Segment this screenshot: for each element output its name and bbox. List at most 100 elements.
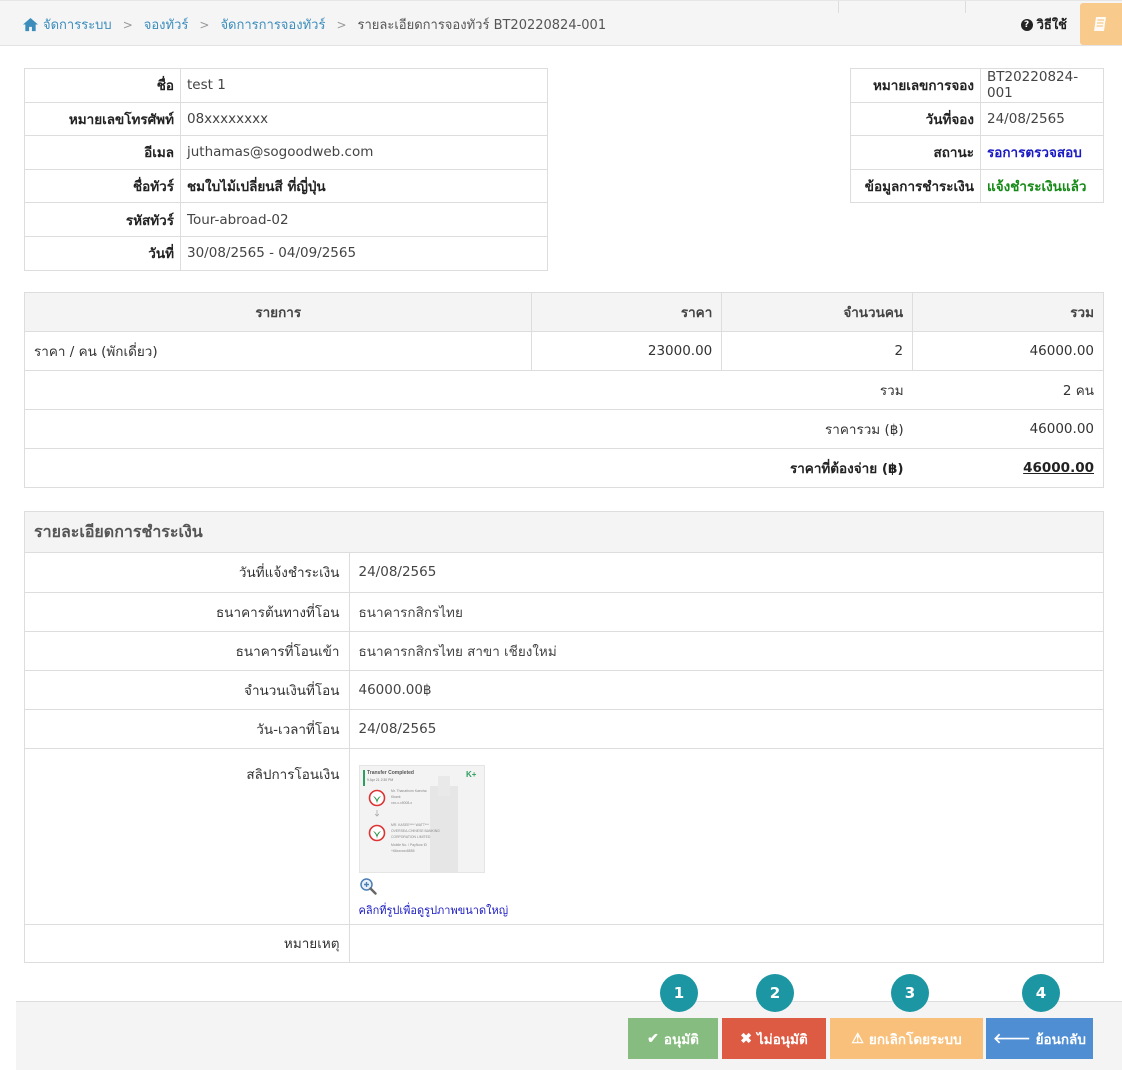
summary-row: รวม 2 คน: [23, 370, 1104, 410]
reject-button[interactable]: ✖ ไม่อนุมัติ: [722, 1018, 826, 1059]
slip-from-acct: xxx-x-x5008-x: [391, 801, 412, 805]
tour-code-value: Tour-abroad-02: [180, 202, 548, 237]
slip-cell: Transfer Completed 9 Apr 21 2:30 PM K+ M…: [349, 748, 1103, 925]
info-row: วันที่ 30/08/2565 - 04/09/2565: [24, 235, 548, 271]
step-marker-2: 2: [756, 974, 794, 1012]
payment-details-panel: รายละเอียดการชำระเงิน วันที่แจ้งชำระเงิน…: [24, 511, 1104, 963]
name-value: test 1: [180, 68, 548, 103]
info-row: อีเมล juthamas@sogoodweb.com: [24, 135, 548, 170]
qty-cell: 2: [721, 331, 914, 371]
price-table: รายการ ราคา จำนวนคน รวม ราคา / คน (พักเด…: [23, 292, 1104, 488]
times-icon: ✖: [740, 1030, 753, 1046]
table-row: วันที่แจ้งชำระเงิน 24/08/2565: [25, 553, 1103, 593]
amount-due-value: 46000.00: [1023, 460, 1094, 476]
transfer-datetime-value: 24/08/2565: [349, 709, 1103, 749]
table-row: ธนาคารที่โอนเข้า ธนาคารกสิกรไทย สาขา เชี…: [25, 631, 1103, 671]
question-circle-icon: ?: [1020, 18, 1033, 31]
note-value: [349, 924, 1103, 962]
chevron-right-icon: >: [122, 17, 133, 32]
amount-due-cell: 46000.00: [912, 448, 1104, 488]
breadcrumb: จัดการระบบ > จองทัวร์ > จัดการการจองทัวร…: [22, 14, 606, 35]
sum-people-label: รวม: [23, 370, 913, 410]
amount-label: จำนวนเงินที่โอน: [25, 670, 350, 710]
system-cancel-button[interactable]: ⚠ ยกเลิกโดยระบบ: [830, 1018, 983, 1059]
tour-code-label: รหัสทัวร์: [24, 202, 181, 237]
date-label: วันที่: [24, 235, 181, 271]
status-value: รอการตรวจสอบ: [980, 135, 1104, 170]
info-row: หมายเลขโทรศัพท์ 08xxxxxxxx: [24, 101, 548, 137]
notify-date-label: วันที่แจ้งชำระเงิน: [25, 553, 350, 593]
price-cell: 23000.00: [531, 331, 723, 371]
tour-name-value: ชมใบไม้เปลี่ยนสี ที่ญี่ปุ่น: [180, 168, 548, 204]
tour-name-label: ชื่อทัวร์: [24, 168, 181, 204]
manual-button[interactable]: [1080, 3, 1122, 45]
view-full-image-link[interactable]: คลิกที่รูปเพื่อดูรูปภาพขนาดใหญ่: [359, 901, 1095, 919]
payment-details-table: วันที่แจ้งชำระเงิน 24/08/2565 ธนาคารต้นท…: [25, 553, 1103, 962]
summary-row: ราคารวม (฿) 46000.00: [23, 409, 1104, 449]
table-row: ราคา / คน (พักเดี่ยว) 23000.00 2 46000.0…: [23, 331, 1104, 371]
zoom-row: [359, 877, 1095, 899]
dest-bank-label: ธนาคารที่โอนเข้า: [25, 631, 350, 671]
slip-to-bank-line2: CORPORATION LIMITED: [391, 835, 431, 839]
slip-date: 9 Apr 21 2:30 PM: [367, 778, 393, 782]
sum-people-value: 2 คน: [912, 370, 1104, 410]
check-icon: ✔: [647, 1030, 659, 1046]
back-button[interactable]: 🡐 ย้อนกลับ: [986, 1018, 1093, 1059]
dest-bank-value: ธนาคารกสิกรไทย สาขา เชียงใหม่: [349, 631, 1103, 671]
info-row: หมายเลขการจอง BT20220824-001: [850, 68, 1104, 103]
info-row: สถานะ รอการตรวจสอบ: [850, 135, 1104, 170]
slip-to-number: +66xxxxxx8855: [391, 849, 415, 853]
col-total-header: รวม: [912, 292, 1104, 332]
help-label: วิธีใช้: [1036, 18, 1067, 33]
breadcrumb-tour-booking-link[interactable]: จองทัวร์: [144, 14, 189, 35]
item-cell: ราคา / คน (พักเดี่ยว): [23, 331, 533, 371]
approve-button[interactable]: ✔ อนุมัติ: [628, 1018, 718, 1059]
slip-thumbnail: Transfer Completed 9 Apr 21 2:30 PM K+ M…: [359, 765, 484, 872]
step-marker-3: 3: [891, 974, 929, 1012]
booking-date-value: 24/08/2565: [980, 101, 1104, 137]
transfer-datetime-label: วัน-เวลาที่โอน: [25, 709, 350, 749]
sum-price-value: 46000.00: [912, 409, 1104, 449]
slip-to-bank-line1: OVERSEA-CHINESE BANKING: [391, 829, 440, 833]
info-row: ข้อมูลการชำระเงิน แจ้งชำระเงินแล้ว: [850, 168, 1104, 204]
zoom-in-icon[interactable]: [359, 877, 377, 895]
slip-to-name: MR. KASEE**** WATT***: [391, 823, 430, 827]
slip-image[interactable]: Transfer Completed 9 Apr 21 2:30 PM K+ M…: [358, 764, 485, 873]
info-row: วันที่จอง 24/08/2565: [850, 101, 1104, 137]
slip-from-bank: Kbank: [391, 795, 401, 799]
table-row: จำนวนเงินที่โอน 46000.00฿: [25, 670, 1103, 710]
amount-value: 46000.00฿: [349, 670, 1103, 710]
warning-icon: ⚠: [851, 1030, 864, 1046]
note-label: หมายเหตุ: [25, 924, 350, 962]
breadcrumb-manage-booking-link[interactable]: จัดการการจองทัวร์: [220, 14, 325, 35]
divider: [838, 1, 839, 13]
notify-date-value: 24/08/2565: [349, 553, 1103, 593]
email-value: juthamas@sogoodweb.com: [180, 135, 548, 170]
slip-label: สลิปการโอนเงิน: [25, 748, 350, 925]
step-marker-1: 1: [660, 974, 698, 1012]
slip-heading: Transfer Completed: [367, 770, 414, 776]
email-label: อีเมล: [24, 135, 181, 170]
booking-info-table: หมายเลขการจอง BT20220824-001 วันที่จอง 2…: [850, 68, 1104, 204]
summary-row: ราคาที่ต้องจ่าย (฿) 46000.00: [23, 448, 1104, 488]
slip-from-name: Mr. Thanathorn Kaeoha: [391, 789, 427, 793]
info-row: รหัสทัวร์ Tour-abroad-02: [24, 202, 548, 237]
payment-info-label: ข้อมูลการชำระเงิน: [850, 168, 981, 204]
help-link[interactable]: ? วิธีใช้: [1020, 14, 1067, 35]
chevron-right-icon: >: [199, 17, 210, 32]
step-marker-4: 4: [1022, 974, 1060, 1012]
approve-label: อนุมัติ: [663, 1031, 699, 1047]
chevron-right-icon: >: [336, 17, 347, 32]
booking-date-label: วันที่จอง: [850, 101, 981, 137]
table-row: ธนาคารต้นทางที่โอน ธนาคารกสิกรไทย: [25, 592, 1103, 632]
table-row: หมายเหตุ: [25, 924, 1103, 962]
date-value: 30/08/2565 - 04/09/2565: [180, 235, 548, 271]
breadcrumb-home-link[interactable]: จัดการระบบ: [43, 14, 112, 35]
table-row: สลิปการโอนเงิน Transfer Completed 9 Apr …: [25, 748, 1103, 925]
top-bar: จัดการระบบ > จองทัวร์ > จัดการการจองทัวร…: [0, 0, 1122, 46]
price-table-header: รายการ ราคา จำนวนคน รวม: [23, 292, 1104, 332]
phone-value: 08xxxxxxxx: [180, 101, 548, 137]
col-qty-header: จำนวนคน: [721, 292, 914, 332]
info-row: ชื่อทัวร์ ชมใบไม้เปลี่ยนสี ที่ญี่ปุ่น: [24, 168, 548, 204]
col-item-header: รายการ: [23, 292, 533, 332]
